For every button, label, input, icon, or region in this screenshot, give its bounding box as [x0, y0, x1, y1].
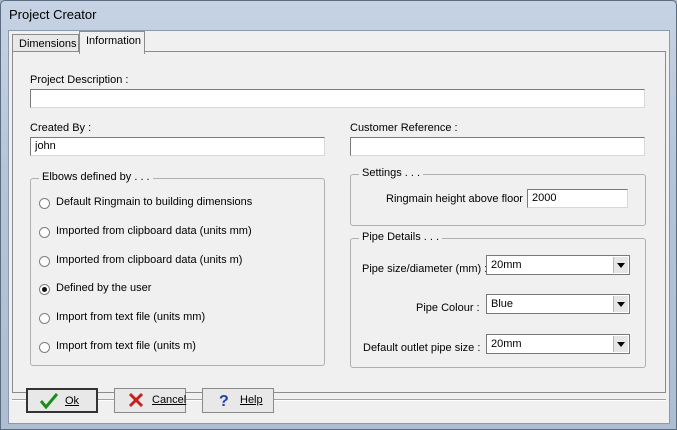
elbows-option-textfile-m-label[interactable]: Import from text file (units m)	[56, 340, 196, 352]
ringmain-height-label: Ringmain height above floor :	[386, 193, 530, 205]
ok-button[interactable]: Ok	[26, 388, 98, 413]
help-button[interactable]: ? Help	[202, 388, 274, 413]
chevron-down-icon[interactable]	[613, 336, 628, 352]
created-by-label: Created By :	[30, 122, 92, 134]
pipe-size-value: 20mm	[491, 259, 522, 271]
elbows-option-clipboard-m-label[interactable]: Imported from clipboard data (units m)	[56, 254, 242, 266]
ringmain-height-input[interactable]: 2000	[527, 189, 628, 208]
pipe-details-group-title: Pipe Details . . .	[359, 231, 443, 243]
button-separator	[12, 399, 666, 401]
dialog-client-area: Dimensions Information Project Descripti…	[8, 30, 670, 424]
elbows-option-clipboard-mm-label[interactable]: Imported from clipboard data (units mm)	[56, 225, 252, 237]
elbows-group: Elbows defined by . . . Default Ringmain…	[30, 171, 325, 366]
elbows-option-clipboard-m-radio[interactable]	[39, 256, 50, 267]
pipe-colour-select[interactable]: Blue	[486, 294, 630, 314]
checkmark-icon	[40, 393, 58, 409]
pipe-size-select[interactable]: 20mm	[486, 255, 630, 275]
default-outlet-pipe-size-label: Default outlet pipe size :	[363, 342, 481, 354]
settings-group: Settings . . . Ringmain height above flo…	[350, 167, 646, 226]
cancel-button-label: Cancel	[152, 394, 187, 406]
pipe-size-label: Pipe size/diameter (mm) :	[362, 263, 488, 275]
window-title: Project Creator	[9, 7, 97, 22]
cancel-button[interactable]: Cancel	[114, 388, 186, 413]
close-icon	[128, 392, 144, 408]
elbows-option-default-ringmain-radio[interactable]	[39, 198, 50, 209]
elbows-option-textfile-mm-radio[interactable]	[39, 313, 50, 324]
chevron-down-icon[interactable]	[613, 257, 628, 273]
pipe-colour-value: Blue	[491, 298, 514, 310]
project-creator-window: Project Creator Dimensions Information P…	[0, 0, 677, 430]
customer-reference-input[interactable]	[350, 137, 645, 156]
information-panel: Project Description : Created By : john …	[12, 51, 666, 393]
elbows-group-title: Elbows defined by . . .	[39, 171, 153, 183]
default-outlet-pipe-size-value: 20mm	[491, 338, 522, 350]
elbows-option-clipboard-mm-radio[interactable]	[39, 227, 50, 238]
elbows-option-user-defined-radio[interactable]	[39, 284, 50, 295]
ok-button-label: Ok	[65, 395, 80, 407]
elbows-option-user-defined-label[interactable]: Defined by the user	[56, 282, 151, 294]
elbows-option-default-ringmain-label[interactable]: Default Ringmain to building dimensions	[56, 196, 252, 208]
pipe-colour-label: Pipe Colour :	[416, 302, 480, 314]
svg-text:?: ?	[219, 393, 229, 408]
pipe-details-group: Pipe Details . . . Pipe size/diameter (m…	[350, 231, 646, 368]
default-outlet-pipe-size-select[interactable]: 20mm	[486, 334, 630, 354]
created-by-input[interactable]: john	[30, 137, 325, 156]
customer-reference-label: Customer Reference :	[350, 122, 458, 134]
project-description-label: Project Description :	[30, 74, 129, 86]
tab-information[interactable]: Information	[79, 31, 145, 54]
project-description-input[interactable]	[30, 89, 645, 108]
question-mark-icon: ?	[219, 393, 229, 408]
chevron-down-icon[interactable]	[613, 296, 628, 312]
elbows-option-textfile-m-radio[interactable]	[39, 342, 50, 353]
help-button-label: Help	[240, 394, 263, 406]
settings-group-title: Settings . . .	[359, 167, 424, 179]
elbows-option-textfile-mm-label[interactable]: Import from text file (units mm)	[56, 311, 205, 323]
